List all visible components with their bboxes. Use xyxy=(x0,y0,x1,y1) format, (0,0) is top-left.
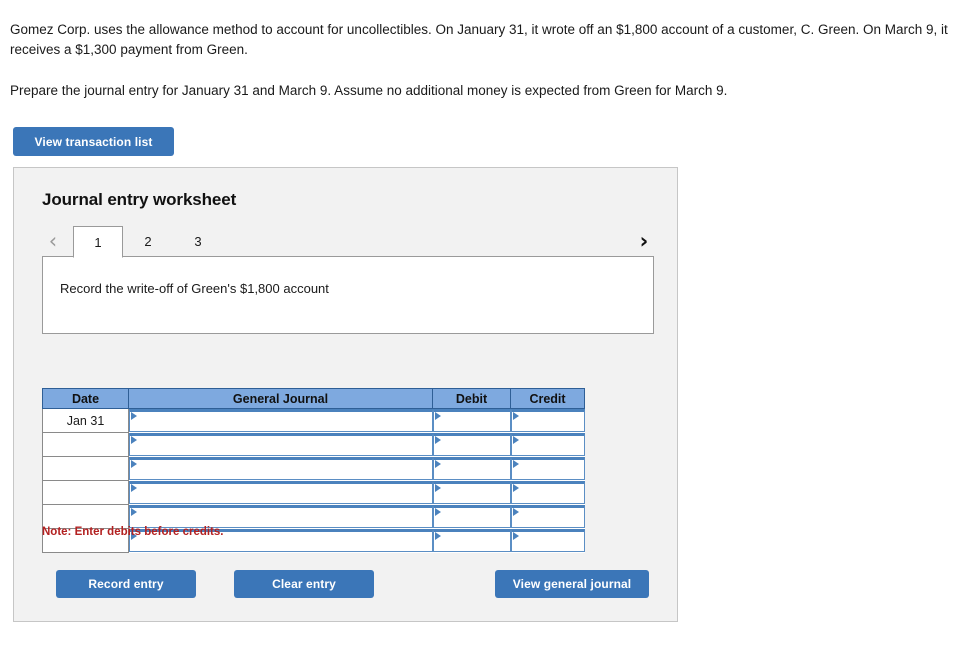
debit-cell[interactable] xyxy=(432,528,511,553)
general-journal-cell[interactable] xyxy=(128,480,433,505)
debit-cell[interactable] xyxy=(432,480,511,505)
debit-cell[interactable] xyxy=(432,408,511,433)
date-cell[interactable] xyxy=(42,456,129,481)
journal-entry-worksheet-panel: Journal entry worksheet ‹ 1 2 3 › Record… xyxy=(13,167,678,622)
problem-paragraph-2: Prepare the journal entry for January 31… xyxy=(10,83,728,98)
view-transaction-list-button[interactable]: View transaction list xyxy=(13,127,174,156)
debit-cell[interactable] xyxy=(432,456,511,481)
credit-cell[interactable] xyxy=(510,456,585,481)
worksheet-tabs: 1 2 3 xyxy=(73,225,223,258)
general-journal-cell[interactable] xyxy=(128,408,433,433)
date-cell[interactable] xyxy=(42,432,129,457)
view-general-journal-button[interactable]: View general journal xyxy=(495,570,649,598)
credit-cell[interactable] xyxy=(510,480,585,505)
transaction-description-text: Record the write-off of Green's $1,800 a… xyxy=(60,281,329,296)
worksheet-tab-strip: ‹ 1 2 3 › xyxy=(42,225,655,258)
date-cell[interactable] xyxy=(42,480,129,505)
credit-cell[interactable] xyxy=(510,408,585,433)
debits-before-credits-note: Note: Enter debits before credits. xyxy=(42,526,224,538)
table-row xyxy=(42,432,585,457)
transaction-description-box: Record the write-off of Green's $1,800 a… xyxy=(42,256,654,334)
debit-cell[interactable] xyxy=(432,504,511,529)
date-cell[interactable]: Jan 31 xyxy=(42,408,129,433)
tab-1[interactable]: 1 xyxy=(73,226,123,258)
column-header-debit: Debit xyxy=(432,388,511,409)
column-header-general-journal: General Journal xyxy=(128,388,433,409)
credit-cell[interactable] xyxy=(510,528,585,553)
tab-2[interactable]: 2 xyxy=(123,225,173,257)
table-row: Jan 31 xyxy=(42,408,585,433)
debit-cell[interactable] xyxy=(432,432,511,457)
problem-paragraph-1: Gomez Corp. uses the allowance method to… xyxy=(10,22,948,57)
record-entry-button[interactable]: Record entry xyxy=(56,570,196,598)
chevron-left-icon[interactable]: ‹ xyxy=(42,225,64,257)
credit-cell[interactable] xyxy=(510,432,585,457)
column-header-date: Date xyxy=(42,388,129,409)
problem-statement: Gomez Corp. uses the allowance method to… xyxy=(10,20,950,101)
table-row xyxy=(42,504,585,529)
clear-entry-button[interactable]: Clear entry xyxy=(234,570,374,598)
table-row xyxy=(42,456,585,481)
date-cell[interactable] xyxy=(42,504,129,529)
tab-3[interactable]: 3 xyxy=(173,225,223,257)
table-header-row: Date General Journal Debit Credit xyxy=(42,388,585,409)
chevron-right-icon[interactable]: › xyxy=(633,225,655,257)
table-row xyxy=(42,480,585,505)
general-journal-cell[interactable] xyxy=(128,456,433,481)
general-journal-cell[interactable] xyxy=(128,432,433,457)
column-header-credit: Credit xyxy=(510,388,585,409)
worksheet-title: Journal entry worksheet xyxy=(42,190,237,209)
general-journal-cell[interactable] xyxy=(128,504,433,529)
credit-cell[interactable] xyxy=(510,504,585,529)
